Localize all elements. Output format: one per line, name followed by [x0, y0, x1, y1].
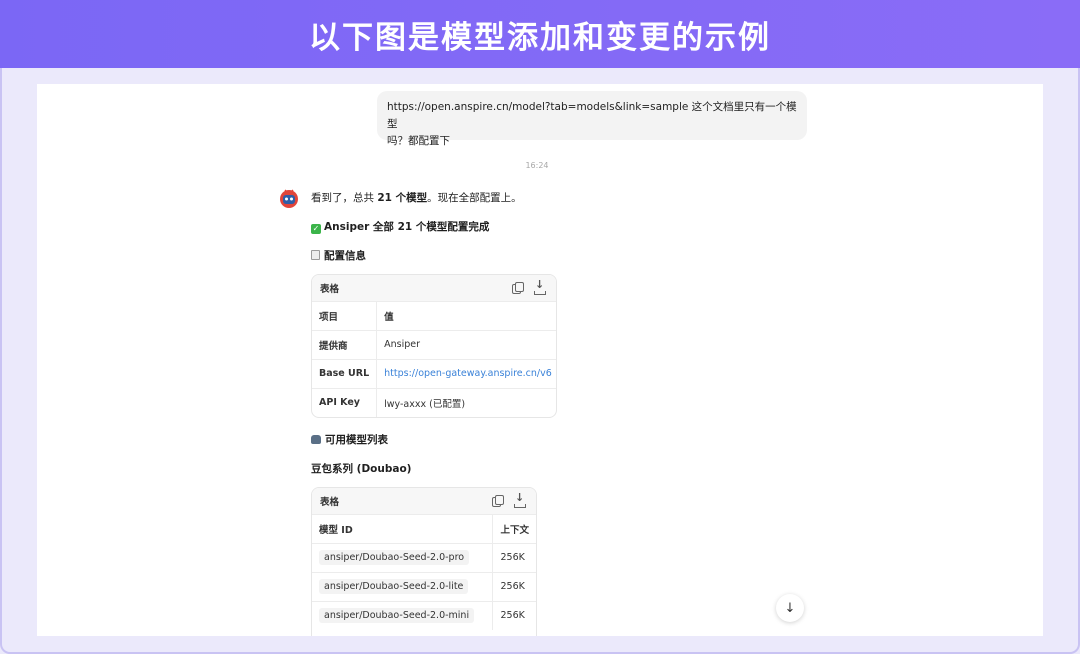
- models-table-card: 表格 模型 ID 上下文 ansiper/Doubao-Seed-2.0-pro…: [311, 487, 537, 636]
- arrow-down-icon: ↓: [784, 600, 796, 616]
- copy-icon[interactable]: [512, 282, 524, 294]
- user-message-line-1: https://open.anspire.cn/model?tab=models…: [387, 101, 797, 130]
- models-heading-row: 可用模型列表: [311, 432, 388, 447]
- table-cell: API Key: [312, 388, 378, 417]
- config-heading-row: 配置信息: [311, 248, 366, 263]
- model-id-code: ansiper/Doubao-Seed-2.0-mini: [319, 608, 475, 624]
- config-table-title: 表格: [320, 284, 340, 295]
- table-row: 提供商 Ansiper: [312, 330, 556, 360]
- intro-prefix: 看到了，总共: [311, 192, 378, 204]
- models-table-header: 表格: [312, 488, 536, 515]
- table-cell: Base URL: [312, 359, 378, 389]
- message-timestamp: 16:24: [525, 161, 549, 170]
- banner: 以下图是模型添加和变更的示例: [0, 0, 1080, 68]
- models-table: 模型 ID 上下文 ansiper/Doubao-Seed-2.0-pro 25…: [312, 515, 536, 630]
- download-icon[interactable]: [534, 278, 546, 295]
- table-row: API Key lwy-axxx (已配置): [312, 388, 556, 417]
- table-cell: ansiper/Doubao-Seed-2.0-pro: [312, 543, 494, 573]
- table-cell: ansiper/Doubao-Seed-2.0-lite: [312, 572, 494, 602]
- table-row: ansiper/Doubao-Seed-2.0-lite 256K: [312, 572, 536, 602]
- table-cell: 提供商: [312, 330, 378, 360]
- intro-bold: 21 个模型: [377, 192, 428, 204]
- table-row: Base URL https://open-gateway.anspire.cn…: [312, 359, 556, 389]
- table-cell: Ansiper: [376, 330, 556, 360]
- banner-title: 以下图是模型添加和变更的示例: [309, 19, 771, 56]
- series-heading: 豆包系列 (Doubao): [311, 463, 412, 475]
- table-row: ansiper/Doubao-Seed-2.0-pro 256K: [312, 543, 536, 573]
- header-cell: 模型 ID: [312, 515, 494, 544]
- table-row: ansiper/Doubao-Seed-2.0-mini 256K: [312, 601, 536, 630]
- table-cell: 256K: [500, 610, 525, 622]
- config-table-header: 表格: [312, 275, 556, 302]
- header-cell: 上下文: [492, 515, 536, 544]
- models-heading: 可用模型列表: [325, 434, 388, 446]
- done-heading-row: ✓ Ansiper 全部 21 个模型配置完成: [311, 219, 489, 234]
- scroll-to-bottom-button[interactable]: ↓: [776, 594, 804, 622]
- table-header-row: 项目 值: [312, 302, 556, 331]
- models-table-title: 表格: [320, 497, 340, 508]
- chat-panel: https://open.anspire.cn/model?tab=models…: [37, 84, 1043, 636]
- model-id-code: ansiper/Doubao-Seed-2.0-pro: [319, 550, 470, 565]
- copy-icon[interactable]: [492, 495, 504, 507]
- header-cell: 项目: [312, 302, 378, 331]
- robot-icon: [311, 435, 321, 444]
- config-table-card: 表格 项目 值 提供商 Ansiper Base URL https://ope…: [311, 274, 557, 418]
- config-table: 项目 值 提供商 Ansiper Base URL https://open-g…: [312, 302, 556, 417]
- table-cell: 256K: [492, 572, 536, 602]
- user-message-bubble: https://open.anspire.cn/model?tab=models…: [377, 91, 807, 147]
- base-url-link[interactable]: https://open-gateway.anspire.cn/v6: [376, 359, 556, 389]
- table-cell: ansiper/Doubao-Seed-2.0-mini: [312, 601, 494, 630]
- intro-suffix: 。现在全部配置上。: [427, 192, 522, 204]
- table-header-row: 模型 ID 上下文: [312, 515, 536, 544]
- assistant-intro: 看到了，总共 21 个模型。现在全部配置上。: [311, 190, 522, 205]
- table-cell: lwy-axxx (已配置): [384, 398, 466, 410]
- done-heading: Ansiper 全部 21 个模型配置完成: [324, 221, 490, 233]
- download-icon[interactable]: [514, 491, 526, 508]
- model-id-code: ansiper/Doubao-Seed-2.0-lite: [319, 579, 469, 594]
- assistant-avatar: [280, 189, 298, 208]
- user-message-line-2: 吗？都配置下: [387, 135, 450, 147]
- table-cell: 256K: [492, 543, 536, 573]
- check-mark-icon: ✓: [311, 224, 321, 234]
- config-heading: 配置信息: [324, 250, 366, 262]
- clipboard-icon: [311, 250, 320, 260]
- header-cell: 值: [376, 302, 556, 331]
